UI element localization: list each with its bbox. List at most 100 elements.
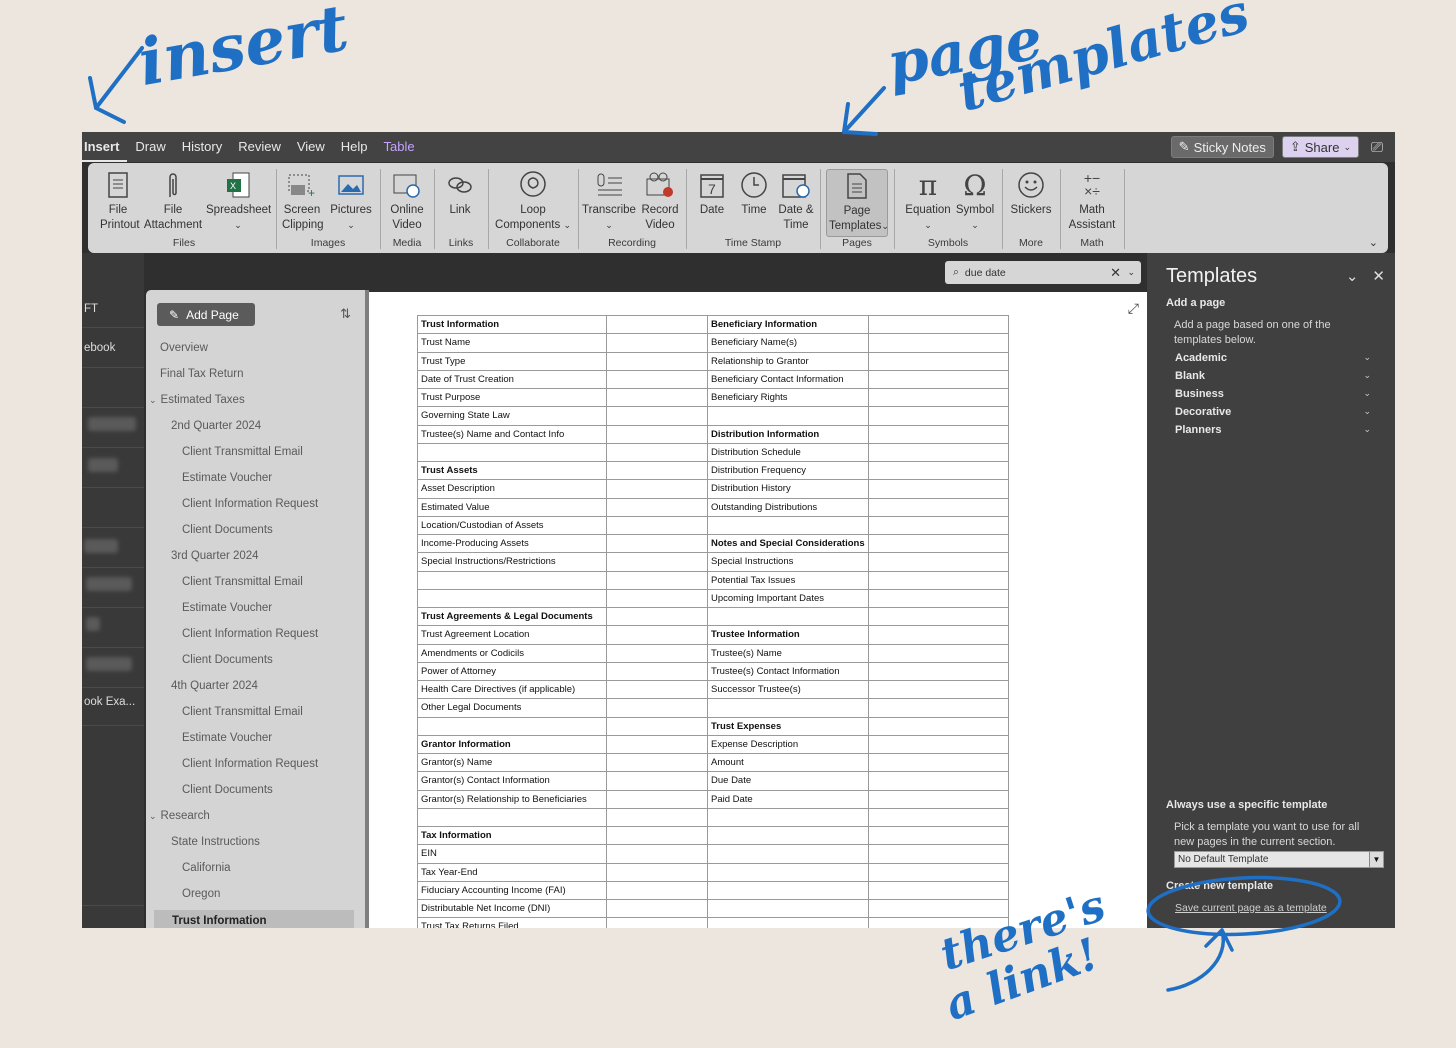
table-cell[interactable] bbox=[417, 807, 607, 828]
table-cell[interactable] bbox=[867, 862, 1009, 882]
table-cell[interactable]: Trust Agreement Location bbox=[417, 625, 607, 645]
table-cell[interactable] bbox=[867, 588, 1009, 609]
page-item[interactable]: Client Information Request bbox=[182, 628, 318, 640]
search-field[interactable]: ⌕ due date ✕ ⌄ bbox=[945, 261, 1141, 284]
table-cell[interactable] bbox=[606, 625, 708, 645]
table-cell[interactable]: Power of Attorney bbox=[417, 661, 607, 682]
table-cell[interactable] bbox=[867, 807, 1009, 828]
page-item[interactable]: Overview bbox=[160, 342, 208, 354]
table-cell[interactable] bbox=[867, 643, 1009, 663]
save-as-template-link[interactable]: Save current page as a template bbox=[1175, 902, 1327, 914]
page-item[interactable]: Estimate Voucher bbox=[182, 732, 272, 744]
table-cell[interactable] bbox=[606, 588, 708, 609]
table-cell[interactable]: Estimated Value bbox=[417, 497, 607, 517]
table-cell[interactable] bbox=[867, 734, 1009, 755]
table-cell[interactable] bbox=[867, 479, 1009, 499]
table-cell[interactable] bbox=[867, 716, 1009, 736]
add-page-button[interactable]: ✎ Add Page bbox=[157, 303, 255, 326]
table-cell[interactable]: EIN bbox=[417, 844, 607, 864]
tab-insert[interactable]: Insert bbox=[82, 132, 128, 162]
transcribe-button[interactable]: Transcribe ⌄ bbox=[582, 169, 636, 233]
notebook-item[interactable]: ebook bbox=[82, 342, 144, 354]
table-cell[interactable] bbox=[606, 917, 708, 928]
table-cell[interactable] bbox=[867, 351, 1009, 371]
table-cell[interactable] bbox=[606, 698, 708, 718]
chevron-down-icon[interactable]: ⌄ bbox=[1127, 267, 1135, 278]
table-cell[interactable] bbox=[867, 515, 1009, 536]
table-cell[interactable]: Upcoming Important Dates bbox=[707, 588, 869, 609]
table-cell[interactable] bbox=[606, 606, 708, 627]
table-cell[interactable]: Trustee Information bbox=[707, 625, 869, 645]
page-item-selected[interactable]: Trust Information bbox=[154, 910, 354, 928]
screen-clipping-button[interactable]: + Screen Clipping bbox=[282, 169, 324, 233]
table-cell[interactable] bbox=[606, 406, 708, 426]
feedback-icon[interactable]: ⎚ bbox=[1367, 139, 1387, 156]
default-template-select[interactable]: No Default Template ▼ bbox=[1174, 851, 1384, 868]
table-cell[interactable] bbox=[606, 825, 708, 846]
table-cell[interactable] bbox=[867, 314, 1009, 335]
chevron-down-icon[interactable]: ⌄ bbox=[1346, 267, 1359, 285]
table-cell[interactable] bbox=[606, 752, 708, 773]
page-templates-button[interactable]: Page Templates⌄ bbox=[826, 169, 889, 237]
table-cell[interactable]: Notes and Special Considerations bbox=[707, 533, 869, 554]
record-video-button[interactable]: Record Video bbox=[640, 169, 680, 233]
notebook-item[interactable]: FT bbox=[82, 303, 144, 315]
spreadsheet-button[interactable]: X Spreadsheet ⌄ bbox=[206, 169, 271, 233]
table-cell[interactable]: Expense Description bbox=[707, 734, 869, 755]
table-cell[interactable] bbox=[606, 387, 708, 408]
table-cell[interactable] bbox=[707, 898, 869, 919]
table-cell[interactable]: Asset Description bbox=[417, 479, 607, 499]
category-business[interactable]: Business ⌄ bbox=[1175, 388, 1371, 400]
table-cell[interactable] bbox=[606, 570, 708, 590]
table-cell[interactable] bbox=[867, 333, 1009, 353]
table-cell[interactable]: Paid Date bbox=[707, 789, 869, 809]
table-cell[interactable] bbox=[606, 333, 708, 353]
table-cell[interactable] bbox=[707, 807, 869, 828]
table-cell[interactable] bbox=[606, 515, 708, 536]
table-cell[interactable] bbox=[867, 844, 1009, 864]
online-video-button[interactable]: Online Video bbox=[384, 169, 430, 233]
table-cell[interactable] bbox=[867, 406, 1009, 426]
category-decorative[interactable]: Decorative ⌄ bbox=[1175, 406, 1371, 418]
table-cell[interactable] bbox=[606, 497, 708, 517]
equation-button[interactable]: π Equation ⌄ bbox=[904, 169, 952, 233]
table-cell[interactable] bbox=[867, 606, 1009, 627]
table-cell[interactable] bbox=[417, 570, 607, 590]
table-cell[interactable] bbox=[606, 716, 708, 736]
table-cell[interactable] bbox=[707, 698, 869, 718]
stickers-button[interactable]: Stickers bbox=[1008, 169, 1054, 218]
table-cell[interactable]: Potential Tax Issues bbox=[707, 570, 869, 590]
table-cell[interactable]: Health Care Directives (if applicable) bbox=[417, 679, 607, 700]
table-cell[interactable] bbox=[606, 807, 708, 828]
table-cell[interactable] bbox=[417, 442, 607, 463]
table-cell[interactable] bbox=[867, 771, 1009, 791]
table-cell[interactable]: Trustee(s) Name and Contact Info bbox=[417, 424, 607, 444]
table-cell[interactable] bbox=[707, 917, 869, 928]
table-cell[interactable]: Distribution History bbox=[707, 479, 869, 499]
table-cell[interactable] bbox=[867, 369, 1009, 390]
loop-components-button[interactable]: Loop Components ⌄ bbox=[494, 169, 572, 233]
table-cell[interactable]: Distributable Net Income (DNI) bbox=[417, 898, 607, 919]
link-button[interactable]: Link bbox=[440, 169, 480, 218]
table-cell[interactable]: Beneficiary Name(s) bbox=[707, 333, 869, 353]
table-cell[interactable] bbox=[606, 479, 708, 499]
table-cell[interactable]: Grantor(s) Name bbox=[417, 752, 607, 773]
table-cell[interactable] bbox=[606, 880, 708, 901]
table-cell[interactable]: Distribution Information bbox=[707, 424, 869, 444]
page-item[interactable]: 2nd Quarter 2024 bbox=[171, 420, 261, 432]
table-cell[interactable] bbox=[707, 515, 869, 536]
table-cell[interactable] bbox=[606, 442, 708, 463]
page-canvas[interactable]: ⤢ Trust Information Beneficiary Informati… bbox=[369, 292, 1147, 928]
chevron-down-icon[interactable]: ⌄ bbox=[149, 811, 157, 821]
table-cell[interactable] bbox=[606, 734, 708, 755]
table-cell[interactable]: Relationship to Grantor bbox=[707, 351, 869, 371]
chevron-down-icon[interactable]: ⌄ bbox=[149, 395, 157, 405]
page-item[interactable]: Client Transmittal Email bbox=[182, 706, 303, 718]
table-cell[interactable] bbox=[606, 533, 708, 554]
table-cell[interactable] bbox=[867, 387, 1009, 408]
table-cell[interactable] bbox=[606, 679, 708, 700]
table-cell[interactable] bbox=[606, 771, 708, 791]
table-cell[interactable] bbox=[867, 442, 1009, 463]
table-cell[interactable] bbox=[867, 661, 1009, 682]
table-cell[interactable]: Amendments or Codicils bbox=[417, 643, 607, 663]
